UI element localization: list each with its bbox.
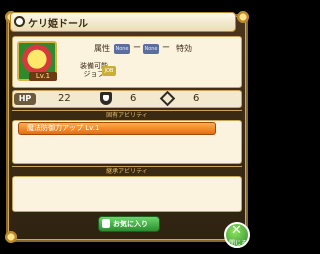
item-type-icon (14, 16, 25, 27)
ability-row[interactable]: 魔法防御力アップ Lv.1 (18, 122, 216, 135)
hp-badge: HP (14, 93, 36, 105)
unique-ability-header: 固有アビリティ (12, 110, 242, 120)
close-icon: ✕ (231, 223, 242, 238)
close-label: 閉じる (229, 240, 248, 247)
shield-icon (100, 92, 112, 105)
lock-icon (102, 219, 110, 228)
inherit-ability-panel (12, 176, 242, 212)
corner-ornament-icon (4, 230, 18, 244)
attribute-dash-1: ー (133, 43, 141, 52)
attribute-slot-2: None (143, 44, 159, 54)
item-title: ケリ姫ドール (28, 19, 88, 30)
attribute-label: 属性 (94, 44, 110, 53)
level-tag: Lv.1 (29, 72, 57, 81)
resistance-value: 6 (193, 93, 200, 104)
attribute-slot-1: None (114, 44, 130, 54)
defense-value: 6 (130, 93, 137, 104)
special-label: 特効 (176, 44, 192, 53)
job-icon: JOB (102, 66, 116, 76)
hp-value: 22 (58, 93, 71, 104)
inherit-ability-header: 継承アビリティ (12, 166, 242, 176)
attribute-dash-2: ー (162, 43, 170, 52)
stats-bar (12, 90, 242, 108)
corner-ornament-icon (236, 10, 250, 24)
